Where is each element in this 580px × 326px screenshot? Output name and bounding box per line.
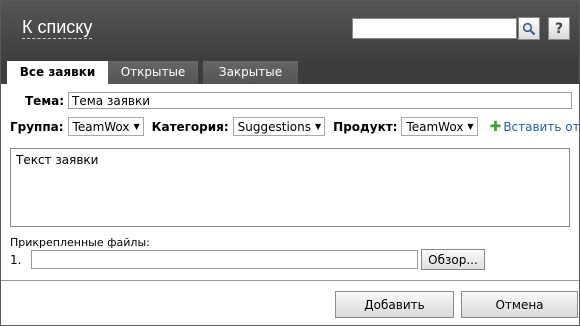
chevron-down-icon: ▼	[467, 122, 474, 131]
product-label: Продукт:	[333, 119, 398, 134]
search-button[interactable]	[518, 17, 540, 40]
search-icon	[522, 22, 536, 35]
theme-row: Тема:	[25, 92, 573, 109]
attachments-label: Прикрепленные файлы:	[10, 236, 150, 249]
add-report-label: Вставить отчет	[503, 119, 580, 134]
add-button[interactable]: Добавить	[335, 291, 454, 318]
cancel-button[interactable]: Отмена	[461, 291, 578, 318]
theme-label: Тема:	[25, 93, 65, 108]
request-body-textarea[interactable]: Текст заявки	[10, 148, 570, 227]
header: К списку ?	[1, 1, 579, 58]
category-select[interactable]: Suggestions ▼	[232, 117, 326, 136]
tab-all-requests[interactable]: Все заявки	[7, 61, 108, 85]
back-to-list-link[interactable]: К списку	[22, 16, 93, 39]
file-number: 1.	[10, 253, 22, 267]
product-select[interactable]: TeamWox ▼	[401, 117, 478, 136]
category-label: Категория:	[151, 119, 229, 134]
chevron-down-icon: ▼	[315, 122, 322, 131]
filters-row: Группа: TeamWox ▼ Категория: Suggestions…	[10, 117, 580, 136]
file-path-input[interactable]	[31, 250, 418, 269]
search-input[interactable]	[352, 18, 517, 39]
tab-open[interactable]: Открытые	[108, 61, 198, 84]
help-button[interactable]: ?	[548, 17, 570, 40]
browse-button[interactable]: Обзор...	[421, 249, 485, 270]
divider	[1, 280, 579, 281]
theme-input[interactable]	[68, 92, 573, 109]
request-form-window: К списку ? Все заявки Открытые Закрытые …	[0, 0, 580, 326]
group-select-value: TeamWox	[72, 119, 130, 134]
tab-bar: Все заявки Открытые Закрытые	[1, 58, 579, 85]
plus-icon: ✚	[489, 118, 502, 135]
add-report-link[interactable]: ✚ Вставить отчет	[490, 119, 580, 135]
product-select-value: TeamWox	[406, 119, 464, 134]
group-label: Группа:	[10, 119, 64, 134]
tab-closed[interactable]: Закрытые	[203, 61, 298, 84]
category-select-value: Suggestions	[237, 119, 312, 134]
group-select[interactable]: TeamWox ▼	[67, 117, 144, 136]
chevron-down-icon: ▼	[133, 122, 140, 131]
